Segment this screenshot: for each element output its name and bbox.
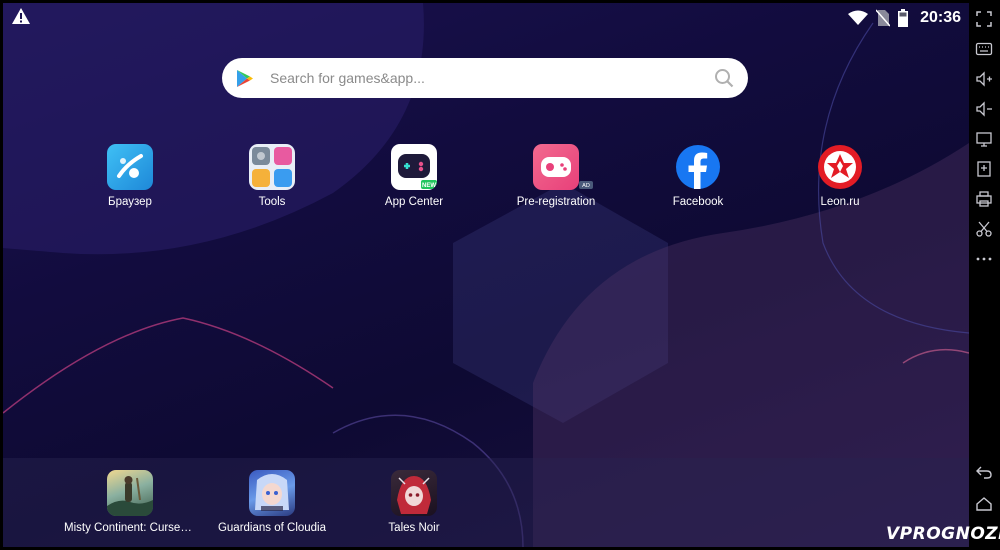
app-label: Misty Continent: Cursed Isla... <box>64 522 200 534</box>
svg-text:NEW: NEW <box>422 183 436 189</box>
home-button[interactable] <box>973 493 995 515</box>
screen-icon <box>976 132 992 147</box>
install-apk-icon <box>977 161 991 177</box>
volume-down-button[interactable] <box>973 98 995 120</box>
app-label: Pre-registration <box>516 196 596 208</box>
back-icon <box>976 466 992 479</box>
app-label: Guardians of Cloudia <box>217 522 327 534</box>
warning-icon[interactable] <box>11 7 31 25</box>
fullscreen-icon <box>976 11 992 27</box>
app-tools[interactable]: Tools <box>202 144 342 208</box>
app-label: Tales Noir <box>388 522 440 534</box>
volume-up-icon <box>976 71 992 87</box>
emulator-frame: 20:36 Search for games&app... Браузер To… <box>0 0 1000 550</box>
leon-icon <box>817 144 863 190</box>
printer-button[interactable] <box>973 188 995 210</box>
wifi-icon <box>848 10 869 25</box>
app-app-center[interactable]: NEW App Center <box>344 144 484 208</box>
misty-continent-icon <box>107 470 153 516</box>
scissors-button[interactable] <box>973 218 995 240</box>
back-button[interactable] <box>973 461 995 483</box>
app-browser[interactable]: Браузер <box>60 144 200 208</box>
volume-up-button[interactable] <box>973 68 995 90</box>
dock-app-guardians-of-cloudia[interactable]: Guardians of Cloudia <box>202 470 342 534</box>
svg-text:AD: AD <box>582 183 590 189</box>
app-label: App Center <box>384 196 444 208</box>
dock-app-misty-continent[interactable]: Misty Continent: Cursed Isla... <box>60 470 200 534</box>
android-home-screen: 20:36 Search for games&app... Браузер To… <box>3 3 969 547</box>
volume-down-icon <box>976 101 992 117</box>
app-pre-registration[interactable]: AD Pre-registration <box>486 144 626 208</box>
app-label: Tools <box>258 196 286 208</box>
app-label: Facebook <box>672 196 724 208</box>
more-icon <box>976 257 992 261</box>
printer-icon <box>976 191 992 207</box>
play-store-icon <box>237 70 253 87</box>
status-bar: 20:36 <box>3 3 969 31</box>
fullscreen-button[interactable] <box>973 8 995 30</box>
install-apk-button[interactable] <box>973 158 995 180</box>
app-leon[interactable]: Leon.ru <box>770 144 910 208</box>
pre-registration-icon: AD <box>533 144 593 190</box>
dock: Misty Continent: Cursed Isla... Guardian… <box>3 458 969 547</box>
emulator-side-panel <box>969 3 1000 547</box>
dock-app-tales-noir[interactable]: Tales Noir <box>344 470 484 534</box>
status-clock: 20:36 <box>920 9 961 26</box>
guardians-of-cloudia-icon <box>249 470 295 516</box>
keyboard-button[interactable] <box>973 38 995 60</box>
search-icon[interactable] <box>714 68 734 88</box>
facebook-icon <box>675 144 721 190</box>
no-sim-icon <box>876 9 891 27</box>
watermark: VPROGNOZE <box>886 524 1000 544</box>
home-icon <box>976 497 992 511</box>
tools-folder-icon <box>249 144 295 190</box>
app-label: Браузер <box>108 196 152 208</box>
tales-noir-icon <box>391 470 437 516</box>
app-facebook[interactable]: Facebook <box>628 144 768 208</box>
search-bar[interactable] <box>222 58 748 98</box>
screen-button[interactable] <box>973 128 995 150</box>
keyboard-icon <box>975 42 993 56</box>
app-center-icon: NEW <box>391 144 437 190</box>
app-label: Leon.ru <box>820 196 860 208</box>
search-input[interactable] <box>270 66 690 90</box>
more-button[interactable] <box>973 248 995 270</box>
scissors-icon <box>976 221 992 237</box>
browser-icon <box>107 144 153 190</box>
battery-icon <box>898 9 909 27</box>
